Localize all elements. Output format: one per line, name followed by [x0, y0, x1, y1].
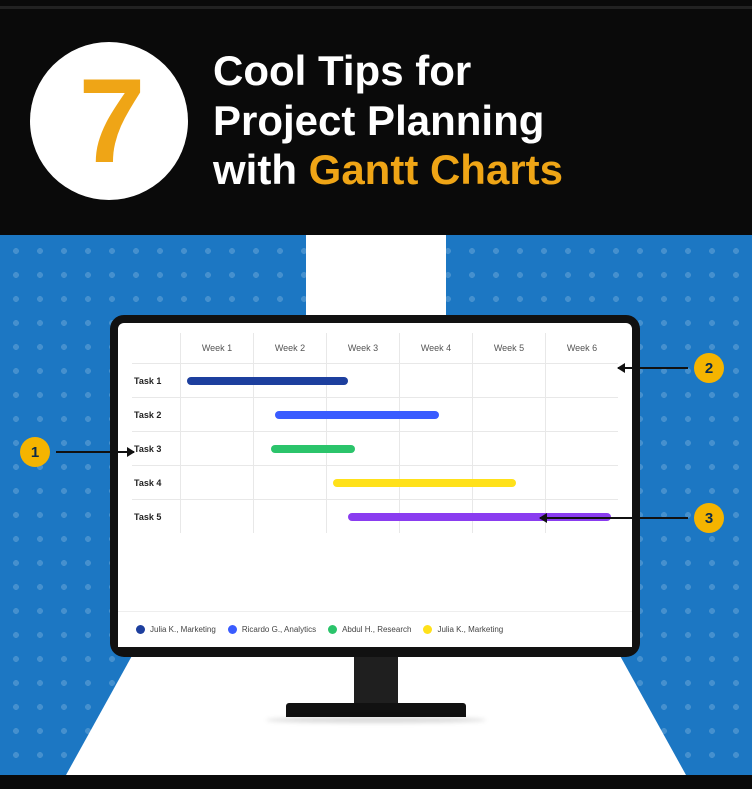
column-header-week1: Week 1	[180, 333, 253, 363]
legend-label-3: Abdul H., Research	[342, 625, 411, 634]
legend-item-2: Ricardo G., Analytics	[228, 625, 316, 634]
arrow-1	[56, 451, 134, 453]
stage: Week 1Week 2Week 3Week 4Week 5Week 6 Tas…	[0, 235, 752, 775]
column-header-week6: Week 6	[545, 333, 618, 363]
title-line2: Project Planning	[213, 96, 563, 146]
callout-3: 3	[540, 503, 724, 533]
task-bar-1	[187, 377, 348, 385]
number-circle: 7	[30, 42, 188, 200]
monitor: Week 1Week 2Week 3Week 4Week 5Week 6 Tas…	[110, 315, 640, 655]
legend-item-4: Julia K., Marketing	[423, 625, 503, 634]
legend-dot-4	[423, 625, 432, 634]
gantt-header-row: Week 1Week 2Week 3Week 4Week 5Week 6	[132, 333, 618, 363]
monitor-stand-neck	[354, 655, 398, 707]
legend-label-4: Julia K., Marketing	[437, 625, 503, 634]
legend-dot-2	[228, 625, 237, 634]
task-bar-3	[271, 445, 355, 453]
monitor-stand-base	[286, 703, 466, 717]
callout-1: 1	[20, 437, 134, 467]
column-header-week2: Week 2	[253, 333, 326, 363]
title-line3-prefix: with	[213, 146, 309, 193]
task-label-2: Task 2	[132, 410, 180, 420]
gantt-row-task3: Task 3	[132, 431, 618, 465]
task-label-1: Task 1	[132, 376, 180, 386]
arrow-3	[540, 517, 688, 519]
column-header-week4: Week 4	[399, 333, 472, 363]
legend: Julia K., Marketing Ricardo G., Analytics…	[118, 611, 632, 647]
legend-dot-1	[136, 625, 145, 634]
legend-item-3: Abdul H., Research	[328, 625, 411, 634]
callout-badge-2: 2	[694, 353, 724, 383]
task-label-5: Task 5	[132, 512, 180, 522]
legend-label-2: Ricardo G., Analytics	[242, 625, 316, 634]
big-number: 7	[79, 61, 140, 181]
legend-dot-3	[328, 625, 337, 634]
title-line3: with Gantt Charts	[213, 145, 563, 195]
title-line3-highlight: Gantt Charts	[309, 146, 563, 193]
monitor-shadow	[266, 717, 486, 723]
gantt-row-task2: Task 2	[132, 397, 618, 431]
gantt-row-task4: Task 4	[132, 465, 618, 499]
footer-bar	[0, 775, 752, 789]
header: 7 Cool Tips for Project Planning with Ga…	[0, 0, 752, 235]
legend-item-1: Julia K., Marketing	[136, 625, 216, 634]
callout-badge-1: 1	[20, 437, 50, 467]
task-label-4: Task 4	[132, 478, 180, 488]
column-header-week5: Week 5	[472, 333, 545, 363]
title-line1: Cool Tips for	[213, 46, 563, 96]
monitor-screen: Week 1Week 2Week 3Week 4Week 5Week 6 Tas…	[132, 333, 618, 605]
legend-label-1: Julia K., Marketing	[150, 625, 216, 634]
callout-badge-3: 3	[694, 503, 724, 533]
task-bar-4	[333, 479, 516, 487]
gantt-row-task1: Task 1	[132, 363, 618, 397]
column-header-week3: Week 3	[326, 333, 399, 363]
task-label-3: Task 3	[132, 444, 180, 454]
task-bar-2	[275, 411, 439, 419]
arrow-2	[618, 367, 688, 369]
title: Cool Tips for Project Planning with Gant…	[213, 46, 563, 195]
callout-2: 2	[618, 353, 724, 383]
